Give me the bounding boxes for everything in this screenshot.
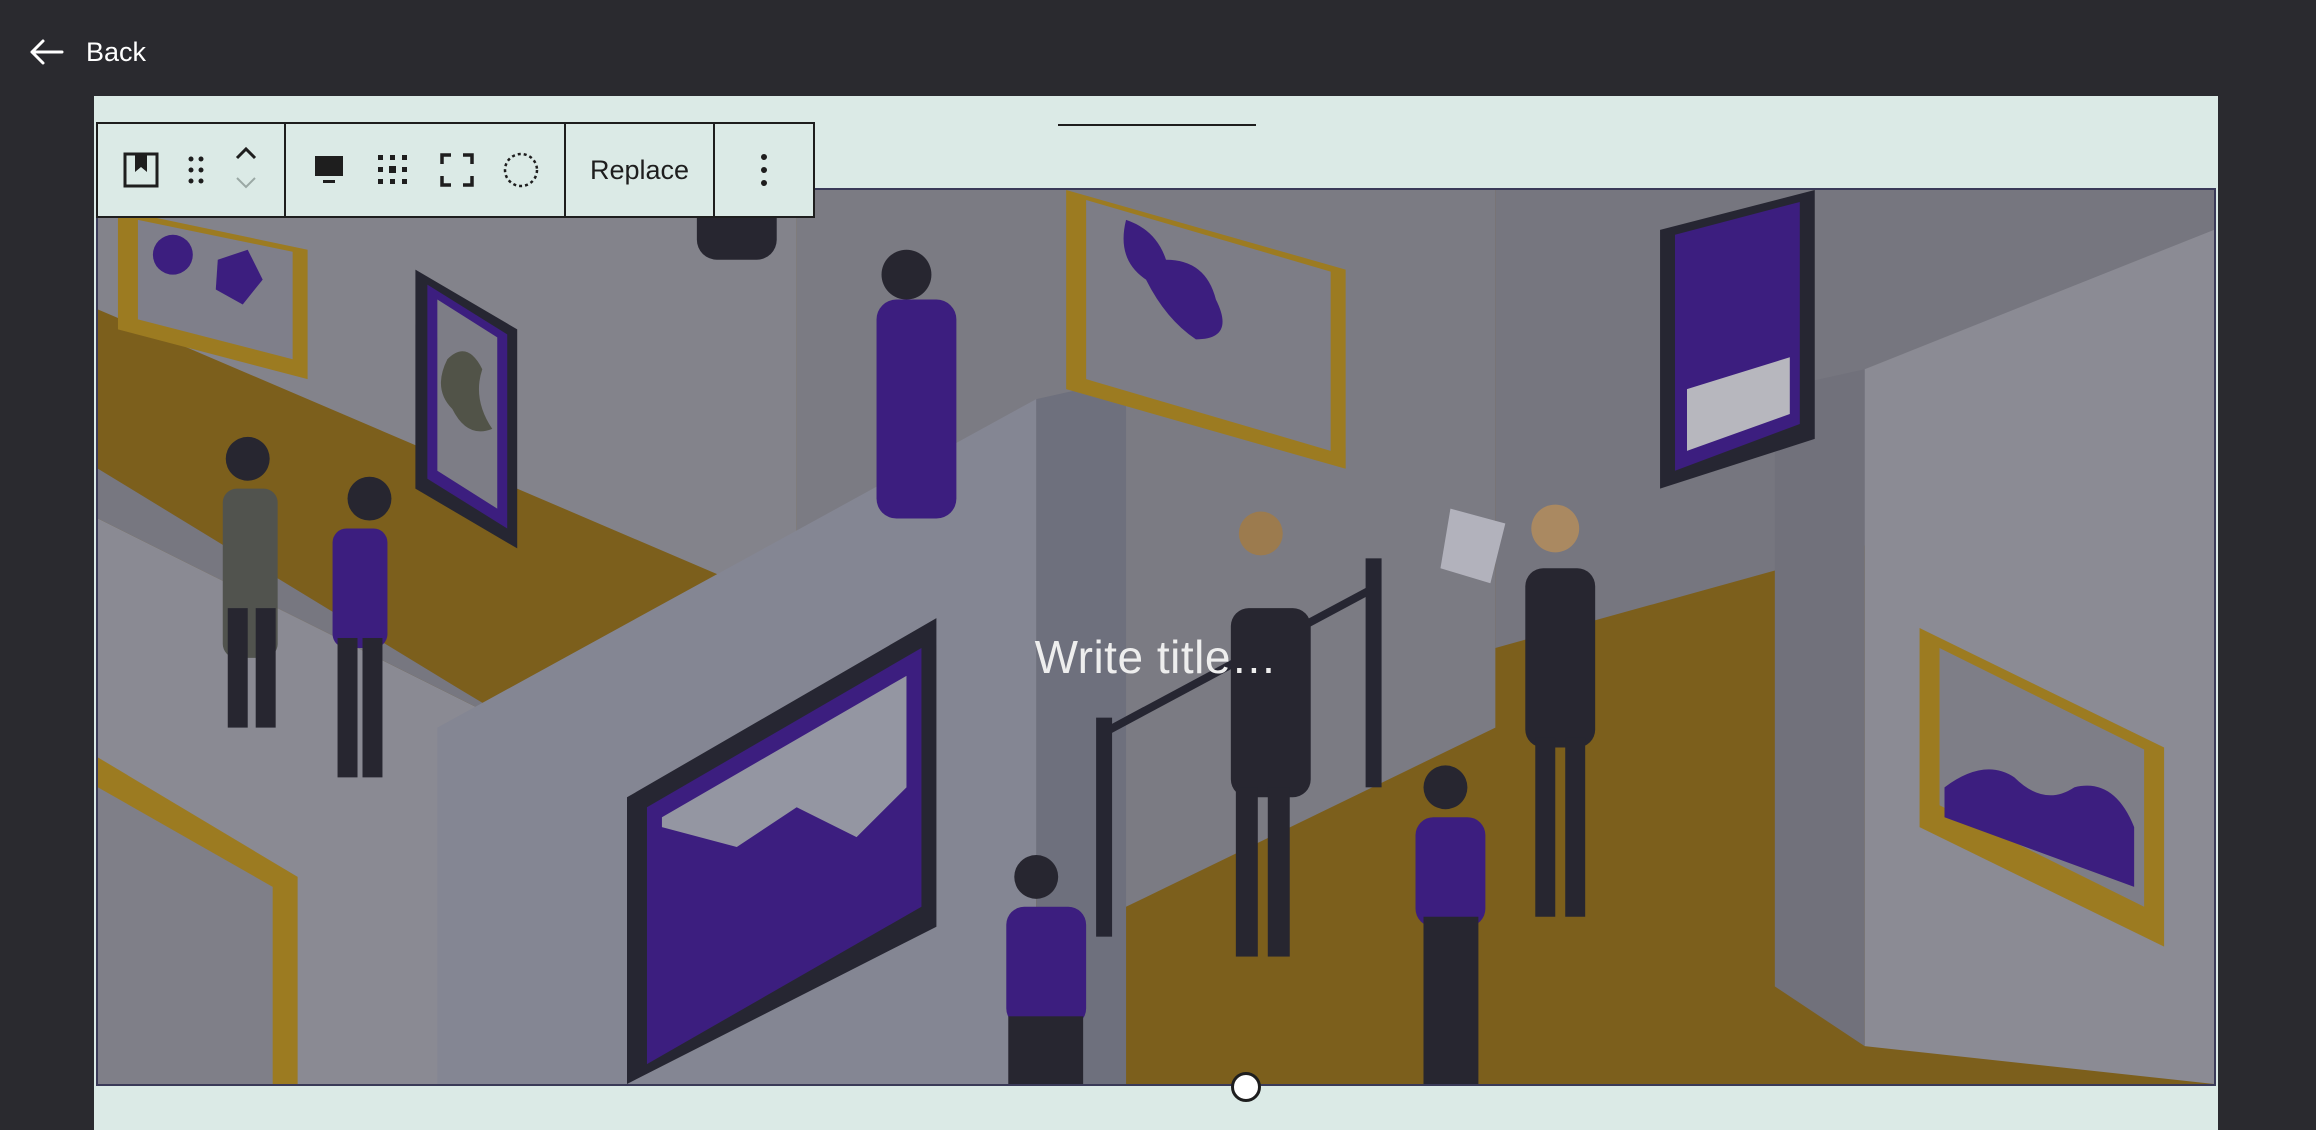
block-toolbar: Replace <box>96 122 816 218</box>
chevron-down-icon <box>236 177 256 189</box>
arrow-left-icon <box>28 38 64 66</box>
align-content-icon <box>313 154 345 186</box>
block-type-button[interactable] <box>112 138 170 202</box>
cover-title-input[interactable]: Write title… <box>98 630 2214 684</box>
block-mover <box>222 145 270 195</box>
drag-button[interactable] <box>176 138 216 202</box>
content-position-button[interactable] <box>300 138 358 202</box>
drag-handle-icon <box>187 155 205 185</box>
toolbar-group-layout <box>284 124 564 216</box>
matrix-position-button[interactable] <box>364 138 422 202</box>
chevron-up-icon <box>235 146 257 160</box>
toolbar-group-block <box>98 124 284 216</box>
cover-block[interactable]: Write title… <box>96 188 2216 1086</box>
resize-handle[interactable] <box>1231 1072 1261 1102</box>
full-height-icon <box>440 153 474 187</box>
more-vertical-icon <box>760 153 768 187</box>
toolbar-group-more <box>713 124 813 216</box>
more-options-button[interactable] <box>729 138 799 202</box>
back-label: Back <box>86 36 147 67</box>
move-down-button[interactable] <box>234 174 258 195</box>
position-matrix-icon <box>376 153 410 187</box>
duotone-button[interactable] <box>492 138 550 202</box>
circle-dashed-icon <box>502 151 540 189</box>
move-up-button[interactable] <box>234 145 258 166</box>
replace-button[interactable]: Replace <box>580 138 699 202</box>
back-link[interactable]: Back <box>28 30 146 74</box>
full-height-button[interactable] <box>428 138 486 202</box>
cover-block-icon <box>123 152 159 188</box>
title-separator <box>1058 124 1256 126</box>
editor-canvas: Write title… <box>94 96 2218 1130</box>
toolbar-group-replace: Replace <box>564 124 713 216</box>
